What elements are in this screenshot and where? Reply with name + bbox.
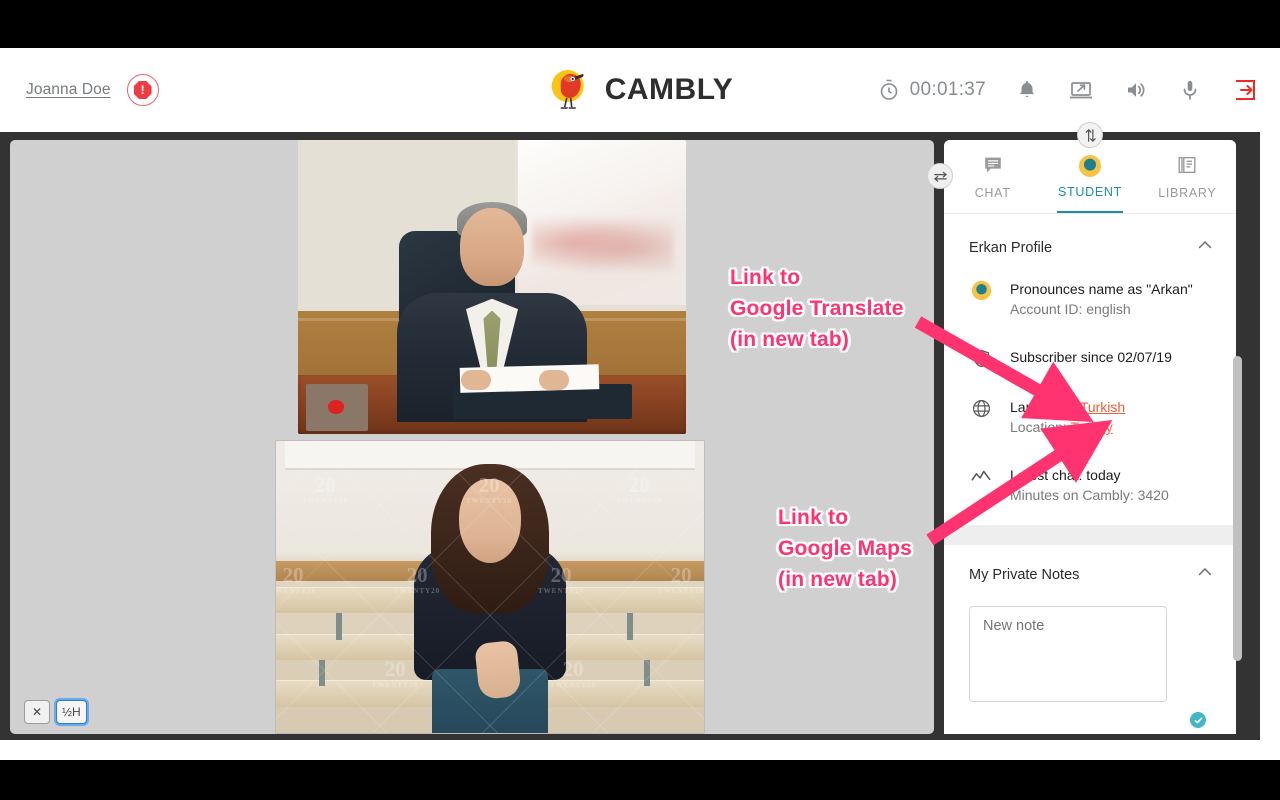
- location-label: Location:: [1010, 419, 1071, 435]
- watermark-lines: [276, 441, 704, 733]
- notes-section-title: My Private Notes: [969, 566, 1080, 583]
- header-right-group: 00:01:37: [877, 48, 1258, 132]
- video-tile-teacher[interactable]: [298, 140, 686, 434]
- annotation-google-maps: Link to Google Maps (in new tab): [778, 502, 912, 595]
- latest-chat-text: Latest chat: today: [1010, 467, 1121, 483]
- student-panel: CHAT STUDENT LIBRARY Erkan Profile Prono…: [944, 140, 1236, 734]
- screen-share-icon[interactable]: [1068, 77, 1094, 103]
- chevron-up-icon[interactable]: [1196, 563, 1214, 586]
- video-controls: ✕ ½H: [24, 700, 87, 724]
- annotation-line-2: Google Translate: [730, 297, 904, 320]
- profile-row-activity: Latest chat: today Minutes on Cambly: 34…: [944, 443, 1236, 511]
- panel-body: Erkan Profile Pronounces name as "Arkan"…: [944, 214, 1236, 734]
- globe-icon: [969, 397, 993, 419]
- panel-scrollbar-thumb[interactable]: [1233, 356, 1242, 661]
- timer-value: 00:01:37: [909, 79, 986, 100]
- annotation-google-translate: Link to Google Translate (in new tab): [730, 262, 904, 355]
- annotation-line-3: (in new tab): [730, 328, 850, 351]
- chat-icon: [982, 154, 1004, 179]
- tab-chat[interactable]: CHAT: [944, 140, 1041, 213]
- pronunciation-text: Pronounces name as "Arkan": [1010, 281, 1193, 297]
- profile-row-subscriber: Subscriber since 02/07/19: [944, 325, 1236, 375]
- tab-chat-label: CHAT: [974, 185, 1011, 200]
- student-avatar-icon: [1078, 154, 1102, 179]
- session-timer: 00:01:37: [877, 78, 986, 102]
- stopwatch-icon: [877, 78, 901, 102]
- notes-body: [944, 600, 1236, 728]
- cambly-logo[interactable]: CAMBLY: [547, 48, 734, 132]
- app-header: Joanna Doe ! CAMBLY 00:01:37: [0, 48, 1280, 132]
- teacher-name-link[interactable]: Joanna Doe: [26, 81, 111, 99]
- half-height-button[interactable]: ½H: [56, 700, 87, 724]
- annotation-line-1: Link to: [778, 506, 849, 529]
- microphone-icon[interactable]: [1178, 78, 1202, 102]
- section-divider: [944, 525, 1236, 545]
- resize-vertical-icon[interactable]: [1077, 122, 1103, 148]
- profile-row-pronunciation: Pronounces name as "Arkan" Account ID: e…: [944, 273, 1236, 325]
- new-note-input[interactable]: [969, 606, 1167, 702]
- header-left-group: Joanna Doe !: [26, 48, 159, 132]
- profile-section-header[interactable]: Erkan Profile: [944, 214, 1236, 273]
- profile-section-title: Erkan Profile: [969, 239, 1053, 256]
- video-area[interactable]: 20TWENTY20 20TWENTY20 20TWENTY20 20TWENT…: [10, 140, 934, 734]
- annotation-line-2: Google Maps: [778, 537, 913, 560]
- stage-right-margin: [1260, 132, 1280, 740]
- video-tile-student[interactable]: 20TWENTY20 20TWENTY20 20TWENTY20 20TWENT…: [275, 440, 705, 734]
- app-root: Joanna Doe ! CAMBLY 00:01:37 20 TWENTY20…: [0, 0, 1280, 800]
- shield-check-icon: [969, 347, 993, 369]
- tab-student-label: STUDENT: [1058, 185, 1122, 199]
- subscriber-since-text: Subscriber since 02/07/19: [1010, 349, 1172, 365]
- account-id-text: Account ID: english: [1010, 301, 1131, 317]
- swap-horizontal-icon[interactable]: [927, 163, 953, 189]
- tab-student[interactable]: STUDENT: [1041, 140, 1138, 213]
- language-link-turkish[interactable]: Turkish: [1080, 399, 1125, 415]
- panel-scrollbar-track[interactable]: [1221, 216, 1230, 732]
- check-circle-icon: [1190, 712, 1206, 728]
- minutes-on-cambly-text: Minutes on Cambly: 3420: [1010, 487, 1169, 503]
- language-label: Language:: [1010, 399, 1080, 415]
- chevron-up-icon[interactable]: [1196, 236, 1214, 259]
- library-icon: [1176, 154, 1198, 179]
- shuffle-layout-button[interactable]: ✕: [24, 700, 50, 724]
- annotation-line-1: Link to: [730, 266, 801, 289]
- tab-library[interactable]: LIBRARY: [1139, 140, 1236, 213]
- activity-line-icon: [969, 465, 993, 488]
- profile-row-language-location: Language: Turkish Location: Turkey: [944, 375, 1236, 443]
- alert-octagon-icon[interactable]: !: [126, 74, 159, 106]
- location-link-turkey[interactable]: Turkey: [1070, 419, 1112, 435]
- cambly-wordmark: CAMBLY: [604, 73, 734, 106]
- notes-section-header[interactable]: My Private Notes: [944, 545, 1236, 600]
- exit-icon[interactable]: [1232, 77, 1258, 103]
- annotation-line-3: (in new tab): [778, 568, 898, 591]
- bell-icon[interactable]: [1016, 79, 1038, 101]
- panel-tabs: CHAT STUDENT LIBRARY: [944, 140, 1236, 214]
- volume-icon[interactable]: [1124, 78, 1148, 102]
- tab-library-label: LIBRARY: [1158, 185, 1217, 200]
- student-avatar-icon: [969, 279, 993, 301]
- cambly-bird-icon: [547, 66, 595, 114]
